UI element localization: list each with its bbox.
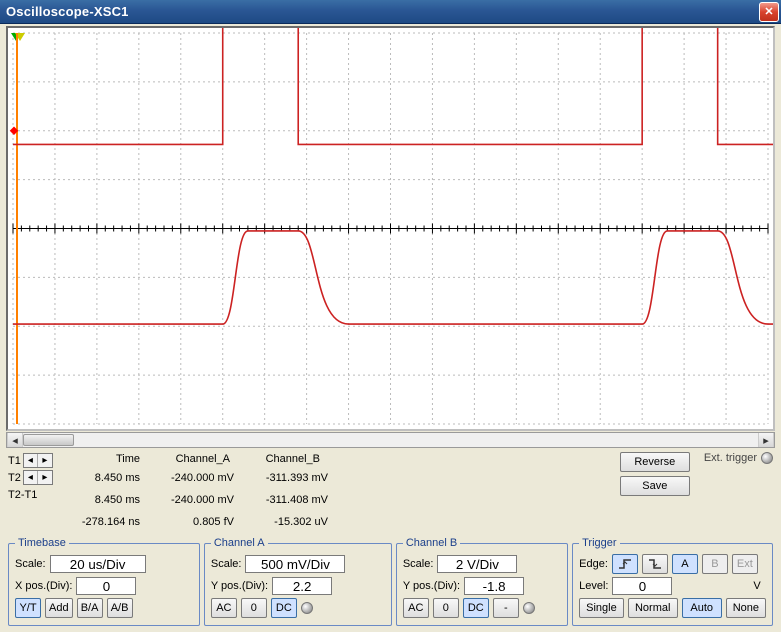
t2-cha: -240.000 mV <box>150 493 240 508</box>
arrow-right-icon[interactable]: ▸ <box>38 471 52 484</box>
horizontal-scrollbar[interactable]: ◂ ▸ <box>6 432 775 448</box>
chb-zero-button[interactable]: 0 <box>433 598 459 618</box>
diff-time: -278.164 ns <box>66 515 146 530</box>
trig-auto-button[interactable]: Auto <box>682 598 722 618</box>
cursor-t1-stepper[interactable]: ◂ ▸ <box>23 453 53 468</box>
cursor-label-diff: T2-T1 <box>8 489 37 501</box>
diff-chb: -15.302 uV <box>244 515 334 530</box>
chb-ypos-input[interactable] <box>464 577 524 595</box>
trig-none-button[interactable]: None <box>726 598 766 618</box>
cursor-label-t2: T2 <box>8 472 21 484</box>
mode-ab-button[interactable]: A/B <box>107 598 133 618</box>
chb-dc-button[interactable]: DC <box>463 598 489 618</box>
xpos-input[interactable] <box>76 577 136 595</box>
xpos-label: X pos.(Div): <box>15 580 72 592</box>
trig-normal-button[interactable]: Normal <box>628 598 678 618</box>
cha-ac-button[interactable]: AC <box>211 598 237 618</box>
col-time: Time <box>66 452 146 467</box>
scroll-thumb[interactable] <box>23 434 74 446</box>
cha-scale-input[interactable] <box>245 555 345 573</box>
channel-a-panel: Channel A Scale: Y pos.(Div): AC 0 DC <box>204 537 392 626</box>
cursor-t2-stepper[interactable]: ◂ ▸ <box>23 470 53 485</box>
timebase-panel: Timebase Scale: X pos.(Div): Y/T Add B/A… <box>8 537 200 626</box>
trig-src-b-button[interactable]: B <box>702 554 728 574</box>
scroll-track[interactable] <box>23 433 758 447</box>
mode-add-button[interactable]: Add <box>45 598 73 618</box>
trig-src-ext-button[interactable]: Ext <box>732 554 758 574</box>
timebase-scale-input[interactable] <box>50 555 146 573</box>
chb-scale-label: Scale: <box>403 558 434 570</box>
chb-scale-input[interactable] <box>437 555 517 573</box>
trig-src-a-button[interactable]: A <box>672 554 698 574</box>
mode-ba-button[interactable]: B/A <box>77 598 103 618</box>
trigger-panel: Trigger Edge: A B Ext Level: V Si <box>572 537 773 626</box>
cha-dc-button[interactable]: DC <box>271 598 297 618</box>
t1-chb: -311.393 mV <box>244 471 334 486</box>
chb-minus-button[interactable]: - <box>493 598 519 618</box>
chb-ac-button[interactable]: AC <box>403 598 429 618</box>
ext-trigger-led-icon <box>761 452 773 464</box>
readout-table: Time Channel_A Channel_B 8.450 ms -240.0… <box>66 452 334 533</box>
t2-chb: -311.408 mV <box>244 493 334 508</box>
timebase-legend: Timebase <box>15 537 69 549</box>
arrow-right-icon[interactable]: ▸ <box>38 454 52 467</box>
rising-edge-icon <box>618 558 632 570</box>
cha-scale-label: Scale: <box>211 558 242 570</box>
t2-time: 8.450 ms <box>66 493 146 508</box>
t1-cha: -240.000 mV <box>150 471 240 486</box>
cha-led-icon <box>301 602 313 614</box>
trig-level-input[interactable] <box>612 577 672 595</box>
col-cha: Channel_A <box>146 452 236 467</box>
col-chb: Channel_B <box>236 452 326 467</box>
window-title: Oscilloscope-XSC1 <box>6 4 759 19</box>
cha-ypos-input[interactable] <box>272 577 332 595</box>
scope-display[interactable] <box>6 26 775 431</box>
titlebar: Oscilloscope-XSC1 ✕ <box>0 0 781 24</box>
edge-rising-button[interactable] <box>612 554 638 574</box>
ext-trigger-label: Ext. trigger <box>704 452 757 464</box>
channel-a-legend: Channel A <box>211 537 268 549</box>
cursor-label-t1: T1 <box>8 455 21 467</box>
cha-ypos-label: Y pos.(Div): <box>211 580 268 592</box>
chb-ypos-label: Y pos.(Div): <box>403 580 460 592</box>
edge-label: Edge: <box>579 558 608 570</box>
trigger-legend: Trigger <box>579 537 619 549</box>
scale-label: Scale: <box>15 558 46 570</box>
trig-level-unit: V <box>748 580 766 592</box>
scroll-left-icon[interactable]: ◂ <box>7 433 23 447</box>
level-label: Level: <box>579 580 608 592</box>
channel-b-legend: Channel B <box>403 537 460 549</box>
cha-zero-button[interactable]: 0 <box>241 598 267 618</box>
save-button[interactable]: Save <box>620 476 690 496</box>
channel-b-panel: Channel B Scale: Y pos.(Div): AC 0 DC - <box>396 537 568 626</box>
edge-falling-button[interactable] <box>642 554 668 574</box>
reverse-button[interactable]: Reverse <box>620 452 690 472</box>
diff-cha: 0.805 fV <box>150 515 240 530</box>
chb-led-icon <box>523 602 535 614</box>
trig-single-button[interactable]: Single <box>579 598 624 618</box>
arrow-left-icon[interactable]: ◂ <box>24 471 38 484</box>
scroll-right-icon[interactable]: ▸ <box>758 433 774 447</box>
t1-time: 8.450 ms <box>66 471 146 486</box>
falling-edge-icon <box>648 558 662 570</box>
arrow-left-icon[interactable]: ◂ <box>24 454 38 467</box>
close-icon[interactable]: ✕ <box>759 2 779 22</box>
mode-yt-button[interactable]: Y/T <box>15 598 41 618</box>
